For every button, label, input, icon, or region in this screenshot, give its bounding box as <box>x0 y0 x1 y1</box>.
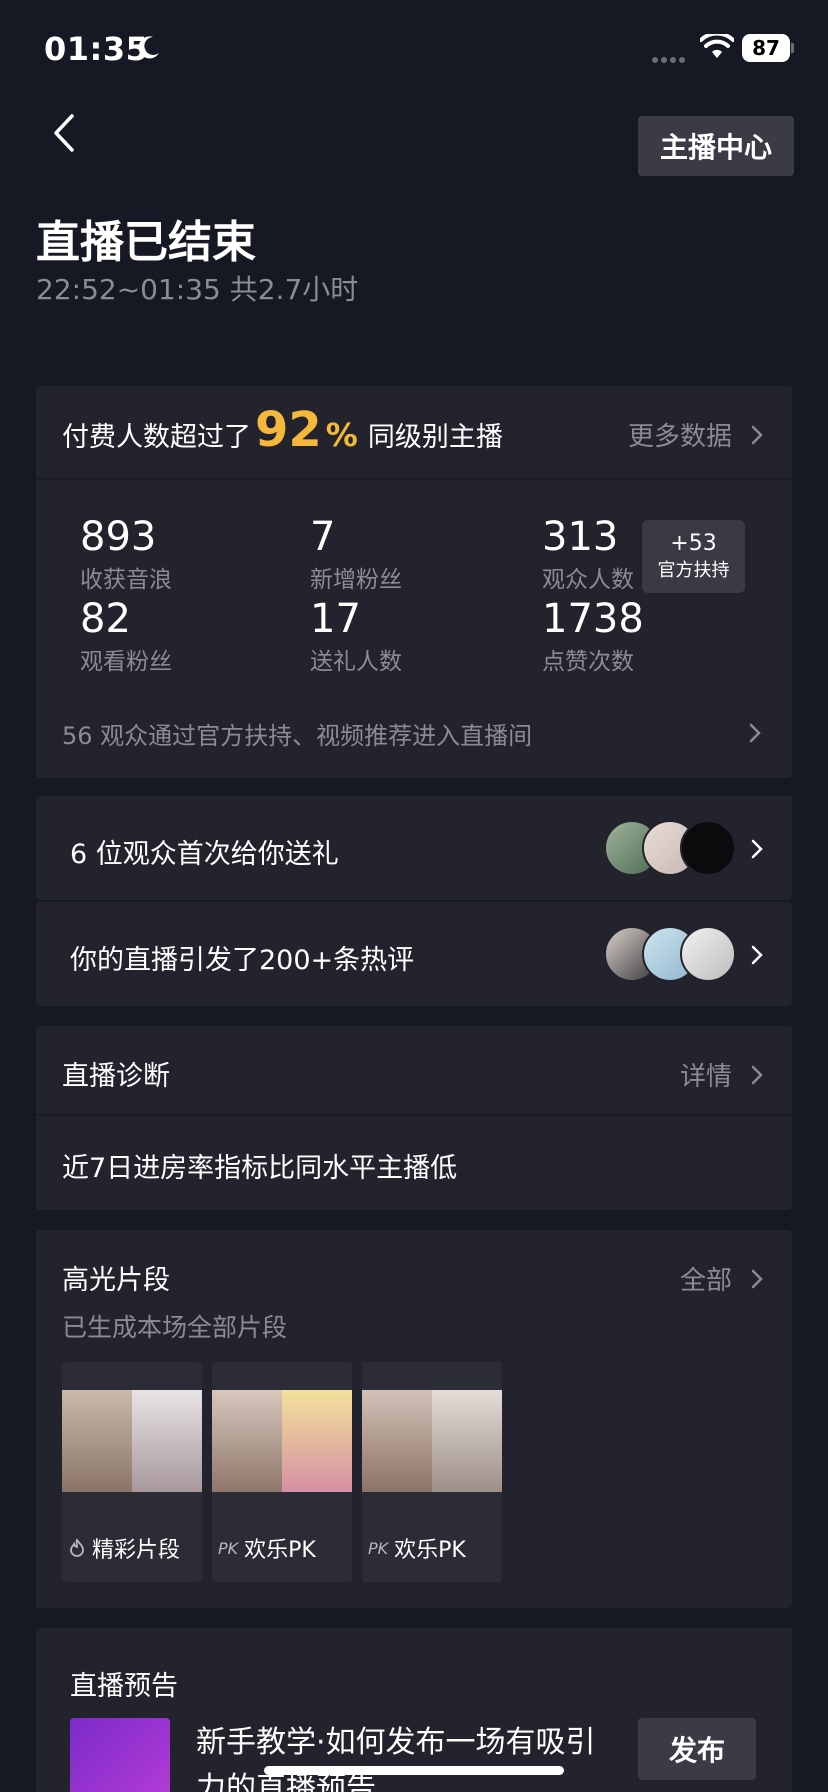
divider <box>36 1114 792 1116</box>
stat-income: 893 收获音浪 <box>80 514 172 594</box>
flame-icon <box>70 1538 84 1557</box>
clip-label: 精彩片段 <box>68 1532 180 1564</box>
more-data-link[interactable]: 更多数据 <box>628 416 764 453</box>
stat-label: 新增粉丝 <box>310 567 402 593</box>
stat-label: 观众人数 <box>542 567 634 593</box>
chevron-left-icon[interactable] <box>50 112 80 154</box>
live-duration: 22:52~01:35 共2.7小时 <box>36 273 359 306</box>
stat-value: 7 <box>310 514 336 560</box>
page-title: 直播已结束 <box>36 217 256 268</box>
clip-label: PK 欢乐PK <box>368 1532 466 1564</box>
paid-suffix: 同级别主播 <box>367 422 503 453</box>
paid-comparison: 付费人数超过了 92 % 同级别主播 <box>62 402 503 462</box>
gift-avatars <box>604 820 736 876</box>
signal-icon <box>652 48 692 63</box>
clip-thumbnail <box>362 1390 502 1492</box>
official-boost-badge: +53 官方扶持 <box>642 520 745 593</box>
boost-label: 官方扶持 <box>657 560 730 581</box>
preview-thumbnail <box>70 1718 170 1792</box>
stat-watching-fans: 82 观看粉丝 <box>80 596 172 676</box>
stat-label: 点赞次数 <box>542 649 634 675</box>
hot-comments-text: 你的直播引发了200+条热评 <box>70 945 415 976</box>
preview-title: 直播预告 <box>70 1671 178 1702</box>
stat-label: 收获音浪 <box>80 567 172 593</box>
battery-nub <box>791 43 794 53</box>
preview-headline: 新手教学·如何发布一场有吸引 力的直播预告 <box>196 1720 596 1792</box>
chevron-right-icon <box>751 1065 763 1084</box>
clip-label-text: 精彩片段 <box>92 1538 181 1563</box>
highlight-clip[interactable]: PK 欢乐PK <box>212 1362 352 1582</box>
avatar <box>680 926 736 982</box>
stat-label: 送礼人数 <box>310 649 402 675</box>
stat-label: 观看粉丝 <box>80 649 172 675</box>
stat-value: 893 <box>80 514 157 560</box>
highlights-subtitle: 已生成本场全部片段 <box>62 1313 288 1342</box>
all-label: 全部 <box>680 1266 733 1296</box>
stat-gifters: 17 送礼人数 <box>310 596 402 676</box>
clip-thumbnail <box>62 1390 202 1492</box>
highlights-title: 高光片段 <box>62 1265 170 1296</box>
more-data-label: 更多数据 <box>628 422 733 452</box>
stat-likes: 1738 点赞次数 <box>542 596 644 676</box>
publish-button[interactable]: 发布 <box>638 1718 756 1780</box>
highlight-clip[interactable]: PK 欢乐PK <box>362 1362 502 1582</box>
moon-icon <box>138 36 159 59</box>
diagnosis-details-link[interactable]: 详情 <box>680 1056 764 1093</box>
divider <box>36 478 792 480</box>
chevron-right-icon[interactable] <box>748 722 762 744</box>
boost-value: +53 <box>670 531 717 556</box>
diagnosis-title: 直播诊断 <box>62 1061 170 1092</box>
chevron-right-icon <box>751 425 763 444</box>
clip-label: PK 欢乐PK <box>218 1532 316 1564</box>
comment-avatars <box>604 926 736 982</box>
stat-value: 17 <box>310 596 361 642</box>
stat-new-fans: 7 新增粉丝 <box>310 514 402 594</box>
avatar <box>680 820 736 876</box>
paid-percent-symbol: % <box>325 416 358 454</box>
status-time: 01:35 <box>44 30 149 68</box>
clip-thumbnail <box>212 1390 352 1492</box>
clip-label-text: 欢乐PK <box>244 1538 316 1563</box>
preview-headline-line: 新手教学·如何发布一场有吸引 <box>196 1725 596 1760</box>
home-indicator <box>264 1766 564 1775</box>
details-label: 详情 <box>680 1062 733 1092</box>
stat-viewers: 313 观众人数 <box>542 514 634 594</box>
battery-indicator: 87 <box>742 34 790 62</box>
paid-prefix: 付费人数超过了 <box>62 422 251 453</box>
chevron-right-icon <box>751 945 763 965</box>
traffic-source-text: 56 观众通过官方扶持、视频推荐进入直播间 <box>62 722 533 750</box>
chevron-right-icon <box>751 1269 763 1288</box>
wifi-icon <box>700 34 734 58</box>
chevron-right-icon <box>751 839 763 859</box>
stat-value: 1738 <box>542 596 644 642</box>
highlight-clip[interactable]: 精彩片段 <box>62 1362 202 1582</box>
stat-value: 82 <box>80 596 131 642</box>
anchor-center-button[interactable]: 主播中心 <box>638 116 794 176</box>
highlights-all-link[interactable]: 全部 <box>680 1260 764 1297</box>
stat-value: 313 <box>542 514 619 560</box>
pk-icon: PK <box>218 1538 239 1558</box>
clip-label-text: 欢乐PK <box>394 1538 466 1563</box>
pk-icon: PK <box>368 1538 389 1558</box>
diagnosis-message: 近7日进房率指标比同水平主播低 <box>62 1153 458 1184</box>
first-gift-text: 6 位观众首次给你送礼 <box>70 839 339 870</box>
paid-percent: 92 <box>255 402 322 458</box>
